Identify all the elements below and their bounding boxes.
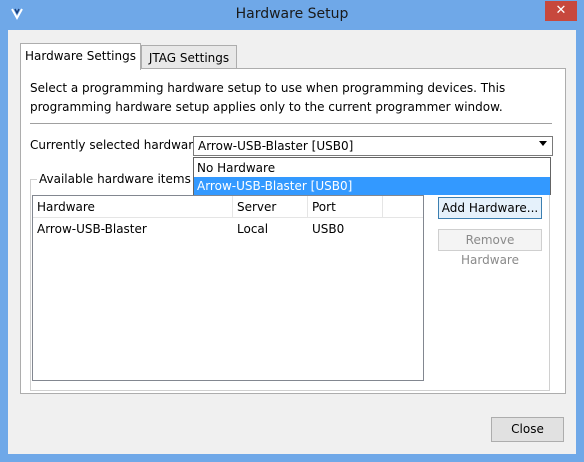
hardware-select-value: Arrow-USB-Blaster [USB0] (198, 139, 354, 153)
column-header-filler (383, 196, 423, 218)
separator (30, 123, 552, 124)
hardware-settings-panel: Select a programming hardware setup to u… (20, 68, 566, 394)
table-row-server[interactable]: Local (233, 220, 312, 238)
chevron-down-icon[interactable] (539, 141, 547, 146)
tab-jtag-settings[interactable]: JTAG Settings (141, 45, 237, 70)
available-hardware-label: Available hardware items (37, 172, 193, 186)
hardware-setup-window: Hardware Setup ✕ Hardware Settings JTAG … (0, 0, 584, 462)
column-header-port[interactable]: Port (308, 196, 383, 218)
close-button[interactable]: Close (491, 417, 564, 442)
add-hardware-button[interactable]: Add Hardware... (438, 197, 542, 219)
table-row-hardware[interactable]: Arrow-USB-Blaster (33, 220, 237, 238)
window-close-button[interactable]: ✕ (545, 1, 577, 21)
remove-hardware-button[interactable]: Remove Hardware (438, 229, 542, 267)
tab-hardware-settings[interactable]: Hardware Settings (20, 43, 141, 70)
column-header-server[interactable]: Server (233, 196, 308, 218)
currently-selected-label: Currently selected hardware: (30, 138, 205, 152)
dropdown-option-no-hardware[interactable]: No Hardware (194, 159, 550, 177)
table-row-port[interactable]: USB0 (308, 220, 387, 238)
column-header-hardware[interactable]: Hardware (33, 196, 233, 218)
window-title: Hardware Setup (235, 6, 349, 22)
hardware-select[interactable]: Arrow-USB-Blaster [USB0] (193, 136, 553, 156)
description-text: Select a programming hardware setup to u… (30, 81, 506, 114)
dialog-body: Hardware Settings JTAG Settings Select a… (8, 30, 576, 454)
dropdown-option-arrow-usb-blaster[interactable]: Arrow-USB-Blaster [USB0] (194, 177, 550, 195)
title-bar[interactable]: Hardware Setup ✕ (0, 0, 584, 30)
available-hardware-list[interactable]: Hardware Server Port Arrow-USB-Blaster L… (32, 195, 424, 381)
hardware-dropdown-list[interactable]: No Hardware Arrow-USB-Blaster [USB0] (193, 157, 551, 195)
